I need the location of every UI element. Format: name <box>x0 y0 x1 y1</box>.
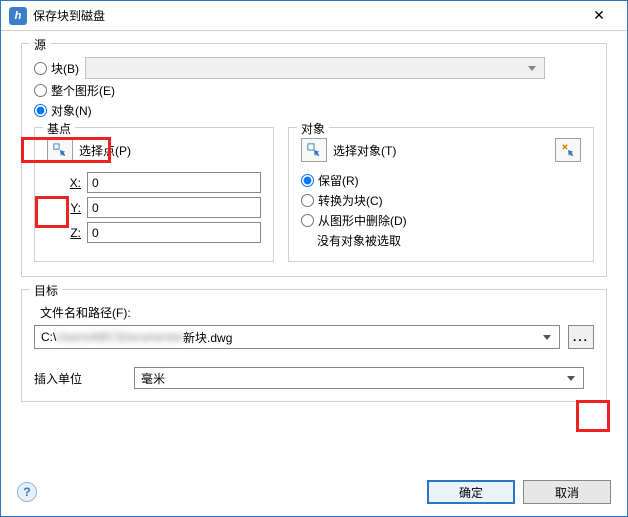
x-input[interactable] <box>87 172 261 193</box>
radio-convert[interactable] <box>301 194 314 207</box>
z-input[interactable] <box>87 222 261 243</box>
pick-point-button[interactable] <box>47 138 73 162</box>
radio-convert-label: 转换为块(C) <box>318 192 383 209</box>
path-label: 文件名和路径(F): <box>40 304 594 321</box>
target-fieldset: 目标 文件名和路径(F): C:\Users\ABC\Documents\新块.… <box>21 289 607 402</box>
y-label: Y: <box>47 201 81 215</box>
selection-status: 没有对象被选取 <box>317 232 581 249</box>
z-label: Z: <box>47 226 81 240</box>
block-combo[interactable] <box>85 57 545 79</box>
quick-select-button[interactable] <box>555 138 581 162</box>
browse-button[interactable]: ... <box>568 325 594 349</box>
radio-retain[interactable] <box>301 174 314 187</box>
select-objects-button[interactable] <box>301 138 327 162</box>
basepoint-legend: 基点 <box>43 120 75 137</box>
radio-entire-label: 整个图形(E) <box>51 82 115 99</box>
cancel-button[interactable]: 取消 <box>523 480 611 504</box>
title-bar: h 保存块到磁盘 ✕ <box>1 1 627 31</box>
source-legend: 源 <box>30 36 50 53</box>
close-button[interactable]: ✕ <box>579 2 619 30</box>
highlight-browse <box>576 400 610 432</box>
bottom-bar: ? 确定 取消 <box>17 480 611 504</box>
path-suffix: 新块.dwg <box>183 329 232 346</box>
radio-objects[interactable] <box>34 104 47 117</box>
pick-point-label: 选择点(P) <box>79 142 131 159</box>
radio-block-label: 块(B) <box>51 60 79 77</box>
radio-delete-label: 从图形中删除(D) <box>318 212 407 229</box>
radio-entire-drawing[interactable] <box>34 84 47 97</box>
radio-delete[interactable] <box>301 214 314 227</box>
ok-button[interactable]: 确定 <box>427 480 515 504</box>
select-objects-icon <box>307 143 321 157</box>
units-combo[interactable]: 毫米 <box>134 367 584 389</box>
radio-retain-label: 保留(R) <box>318 172 359 189</box>
basepoint-fieldset: 基点 选择点(P) X: Y: Z: <box>34 127 274 262</box>
window-title: 保存块到磁盘 <box>33 7 579 24</box>
objects-fieldset: 对象 选择对象(T) 保留(R) 转换为块(C) 从图形中删除(D) 没有对象被… <box>288 127 594 262</box>
target-legend: 目标 <box>30 282 62 299</box>
path-prefix: C:\ <box>41 330 56 344</box>
objects-legend: 对象 <box>297 120 329 137</box>
path-combo[interactable]: C:\Users\ABC\Documents\新块.dwg <box>34 325 560 349</box>
source-fieldset: 源 块(B) 整个图形(E) 对象(N) 基点 选择点(P) <box>21 43 607 277</box>
path-mid-blurred: Users\ABC\Documents\ <box>56 330 183 344</box>
app-icon: h <box>9 7 27 25</box>
select-objects-label: 选择对象(T) <box>333 142 396 159</box>
help-button[interactable]: ? <box>17 482 37 502</box>
radio-objects-label: 对象(N) <box>51 102 92 119</box>
pick-point-icon <box>53 143 67 157</box>
quick-select-icon <box>561 143 575 157</box>
units-value: 毫米 <box>141 370 165 387</box>
y-input[interactable] <box>87 197 261 218</box>
x-label: X: <box>47 176 81 190</box>
units-label: 插入单位 <box>34 370 134 387</box>
radio-block[interactable] <box>34 62 47 75</box>
